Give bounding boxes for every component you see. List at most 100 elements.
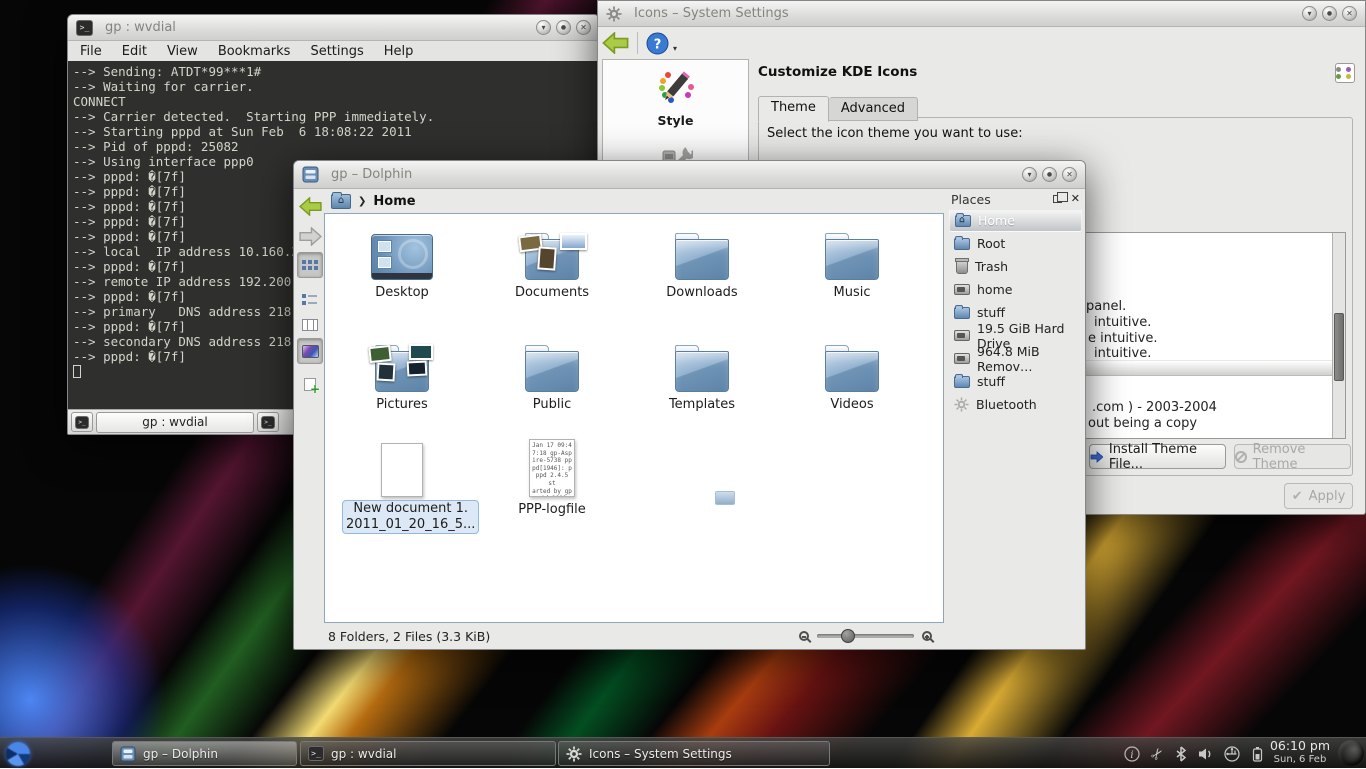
minimize-button[interactable] <box>536 20 551 35</box>
folder-templates[interactable]: Templates <box>642 336 762 413</box>
close-button[interactable] <box>576 20 591 35</box>
forward-button[interactable] <box>297 223 323 249</box>
preview-button[interactable] <box>297 338 323 364</box>
zoom-out-icon[interactable] <box>799 631 809 641</box>
scrollbar-thumb[interactable] <box>1334 313 1344 381</box>
columns-view-button[interactable] <box>297 312 323 338</box>
svg-text:?: ? <box>654 37 662 52</box>
gear-icon <box>566 746 582 762</box>
terminal-icon <box>75 416 89 429</box>
bluetooth-icon[interactable] <box>1175 746 1187 762</box>
folder-icon <box>675 239 729 280</box>
menu-bookmarks[interactable]: Bookmarks <box>218 44 291 59</box>
maximize-button[interactable] <box>1042 167 1057 182</box>
theme-description-fragment: .com ) - 2003-2004 <box>1092 400 1217 415</box>
close-button[interactable] <box>1062 167 1077 182</box>
folder-downloads[interactable]: Downloads <box>642 224 762 301</box>
file-ppp-logfile[interactable]: Jan 17 09:4 7:18 gp-Asp ire-5738 pp pd[1… <box>492 439 612 518</box>
places-float-button[interactable] <box>1053 195 1062 203</box>
text-file-preview-icon: Jan 17 09:4 7:18 gp-Asp ire-5738 pp pd[1… <box>529 439 575 497</box>
menu-file[interactable]: File <box>80 44 102 59</box>
folder-videos[interactable]: Videos <box>792 336 912 413</box>
icons-view-icon <box>302 260 318 270</box>
menu-edit[interactable]: Edit <box>122 44 147 59</box>
zoom-slider[interactable] <box>817 634 914 638</box>
menu-help[interactable]: Help <box>384 44 414 59</box>
clipboard-scissors-icon[interactable]: ✂ <box>1147 743 1169 764</box>
places-item-removable[interactable]: 964.8 MiB Remov… <box>949 347 1082 370</box>
places-item-home-partition[interactable]: home <box>949 278 1082 301</box>
arrow-right-icon <box>1090 451 1103 463</box>
blank-document-icon <box>381 443 423 497</box>
desktop-wallpaper: gp : wvdial File Edit View Bookmarks Set… <box>0 0 1366 768</box>
terminal-icon <box>308 746 324 761</box>
clock-date: Sun, 6 Feb <box>1264 753 1336 767</box>
folder-documents[interactable]: Documents <box>492 224 612 301</box>
places-item-trash[interactable]: Trash <box>949 255 1082 278</box>
minimize-button[interactable] <box>1302 6 1317 21</box>
maximize-button[interactable] <box>556 20 571 35</box>
menu-settings[interactable]: Settings <box>310 44 363 59</box>
chevron-down-icon: ▾ <box>673 44 677 53</box>
tab-advanced[interactable]: Advanced <box>829 97 918 121</box>
split-view-icon <box>304 378 316 391</box>
places-item-root[interactable]: Root <box>949 232 1082 255</box>
folder-public[interactable]: Public <box>492 336 612 413</box>
maximize-button[interactable] <box>1322 6 1337 21</box>
home-folder-icon[interactable]: ⌂ <box>331 194 351 209</box>
drive-icon <box>954 353 970 364</box>
folder-pictures[interactable]: Pictures <box>342 336 462 413</box>
install-theme-button[interactable]: Install Theme File... <box>1089 444 1226 469</box>
terminal-menubar: File Edit View Bookmarks Settings Help <box>68 41 599 61</box>
places-item-home[interactable]: ⌂ Home <box>949 209 1082 232</box>
zoom-in-icon[interactable] <box>922 631 932 641</box>
style-icon <box>657 68 695 106</box>
info-icon[interactable]: i <box>1124 746 1140 762</box>
help-button[interactable]: ? <box>646 32 669 55</box>
back-button[interactable] <box>297 193 323 219</box>
new-tab-button[interactable] <box>71 412 93 432</box>
task-system-settings[interactable]: Icons – System Settings <box>558 741 830 766</box>
places-header: Places ✕ <box>949 189 1082 209</box>
volume-icon[interactable] <box>1198 747 1213 761</box>
icons-view-button[interactable] <box>297 252 323 278</box>
places-close-button[interactable]: ✕ <box>1071 194 1080 204</box>
terminal-tab[interactable]: gp : wvdial <box>96 412 254 433</box>
terminal-cursor <box>73 365 81 378</box>
apply-button[interactable]: ✔ Apply <box>1284 483 1353 509</box>
battery-icon[interactable] <box>1251 746 1264 762</box>
folder-icon <box>954 376 970 388</box>
folder-desktop[interactable]: Desktop <box>342 224 462 301</box>
terminal-icon <box>261 416 275 429</box>
dolphin-titlebar[interactable]: gp – Dolphin <box>294 161 1085 189</box>
menu-view[interactable]: View <box>167 44 198 59</box>
folder-music[interactable]: Music <box>792 224 912 301</box>
view-switcher-icon[interactable] <box>1335 63 1355 83</box>
usb-device-icon[interactable] <box>1224 746 1240 762</box>
zoom-slider-thumb[interactable] <box>841 629 855 643</box>
places-item-bluetooth[interactable]: Bluetooth <box>949 393 1082 416</box>
list-scrollbar[interactable] <box>1332 233 1345 438</box>
terminal-titlebar[interactable]: gp : wvdial <box>68 15 599 41</box>
tab-list-button[interactable] <box>257 412 279 432</box>
tab-theme[interactable]: Theme <box>758 96 829 122</box>
remove-theme-button[interactable]: Remove Theme <box>1234 444 1351 469</box>
details-view-icon <box>302 294 318 304</box>
task-dolphin[interactable]: gp – Dolphin <box>112 741 297 766</box>
minimize-button[interactable] <box>1022 167 1037 182</box>
launcher-button[interactable] <box>4 740 32 767</box>
split-view-button[interactable] <box>297 371 323 397</box>
terminal-app-icon <box>76 20 93 36</box>
list-text-fragment: intuitive. <box>1094 346 1151 361</box>
back-button[interactable] <box>602 32 629 54</box>
sidebar-item-style[interactable]: Style <box>603 60 748 128</box>
breadcrumb-home[interactable]: Home <box>373 194 415 209</box>
plasma-cashew-icon[interactable] <box>1338 740 1364 766</box>
close-button[interactable] <box>1342 6 1357 21</box>
file-new-document[interactable]: New document 1. 2011_01_20_16_5... <box>342 439 462 534</box>
task-wvdial[interactable]: gp : wvdial <box>300 741 556 766</box>
settings-tabs: Theme Advanced <box>758 95 918 121</box>
clock[interactable]: 06:10 pm Sun, 6 Feb <box>1264 739 1336 767</box>
details-view-button[interactable] <box>297 286 323 312</box>
system-settings-titlebar[interactable]: Icons – System Settings <box>598 1 1365 27</box>
